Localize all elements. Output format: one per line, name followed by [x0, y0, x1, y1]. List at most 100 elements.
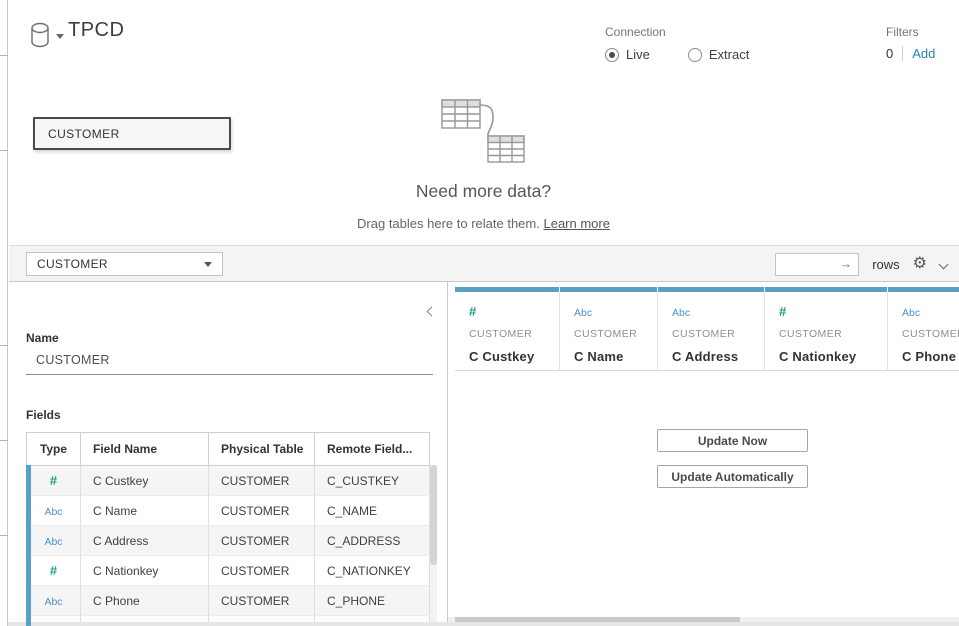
ruler-tick — [0, 440, 8, 441]
table-details-toolbar: CUSTOMER → rows ⚙ — [9, 245, 959, 282]
table-selector-dropdown[interactable]: CUSTOMER — [26, 252, 223, 276]
empty-state-subtitle: Drag tables here to relate them. Learn m… — [8, 216, 959, 231]
database-menu-caret-icon[interactable] — [56, 34, 64, 39]
field-name-cell[interactable]: C Nationkey — [81, 556, 209, 586]
table-row[interactable]: Abc C Phone CUSTOMER C_PHONE — [27, 586, 430, 616]
physical-table-cell[interactable]: CUSTOMER — [209, 466, 315, 496]
fields-table: Type Field Name Physical Table Remote Fi… — [26, 432, 430, 626]
column-type-icon[interactable]: # — [779, 304, 786, 319]
connection-label: Connection — [605, 25, 749, 39]
database-icon[interactable] — [30, 22, 52, 49]
name-label: Name — [26, 331, 59, 345]
rows-label: rows — [872, 257, 899, 272]
remote-field-cell[interactable]: C_NATIONKEY — [315, 556, 430, 586]
column-field-name[interactable]: C Address — [672, 349, 764, 364]
field-type-icon[interactable]: Abc — [44, 536, 62, 548]
chevron-down-icon[interactable] — [939, 259, 949, 269]
left-pane-edge[interactable] — [0, 0, 8, 626]
field-name-cell[interactable]: C Phone — [81, 586, 209, 616]
divider — [902, 46, 903, 61]
data-grid-column-header[interactable]: Abc CUSTOMER C Name — [560, 287, 658, 371]
field-name-cell[interactable]: C Custkey — [81, 466, 209, 496]
column-type-icon[interactable]: Abc — [574, 307, 592, 319]
column-field-name[interactable]: C Phone — [902, 349, 959, 364]
drag-hint-text: Drag tables here to relate them. — [357, 216, 540, 231]
filters-section: Filters 0 Add — [886, 25, 935, 61]
caret-down-icon — [204, 262, 212, 267]
filters-label: Filters — [886, 25, 935, 39]
remote-field-cell[interactable]: C_PHONE — [315, 586, 430, 616]
table-selector-value: CUSTOMER — [37, 257, 108, 271]
column-table-name: CUSTOMER — [672, 328, 764, 340]
data-grid-column-header[interactable]: # CUSTOMER C Nationkey — [765, 287, 888, 371]
column-type-icon[interactable]: Abc — [672, 307, 690, 319]
physical-table-cell[interactable]: CUSTOMER — [209, 556, 315, 586]
column-table-name: CUSTOMER — [574, 328, 657, 340]
row-selection-bar — [26, 465, 31, 626]
gear-icon[interactable]: ⚙ — [913, 256, 927, 272]
table-row[interactable]: # C Custkey CUSTOMER C_CUSTKEY — [27, 466, 430, 496]
column-field-name[interactable]: C Name — [574, 349, 657, 364]
radio-extract[interactable]: Extract — [688, 47, 749, 62]
empty-state-title: Need more data? — [8, 181, 959, 202]
customer-table-chip[interactable]: CUSTOMER — [33, 117, 231, 150]
column-table-name: CUSTOMER — [469, 328, 559, 340]
data-grid-column-header[interactable]: Abc CUSTOMER C Phone — [888, 287, 959, 371]
ruler-tick — [0, 535, 8, 536]
learn-more-link[interactable]: Learn more — [543, 216, 609, 231]
field-name-cell[interactable]: C Name — [81, 496, 209, 526]
data-source-page: TPCD Connection Live Extract Filters 0 A… — [0, 0, 959, 626]
update-now-button[interactable]: Update Now — [657, 429, 808, 452]
row-limit-input-wrap: → — [775, 253, 859, 276]
column-type-icon[interactable]: # — [469, 304, 476, 319]
table-row[interactable]: Abc C Name CUSTOMER C_NAME — [27, 496, 430, 526]
column-field-name[interactable]: C Custkey — [469, 349, 559, 364]
scrollbar-thumb[interactable] — [430, 465, 437, 565]
ruler-tick — [0, 55, 8, 56]
collapse-panel-button[interactable] — [428, 302, 435, 320]
data-grid-header: # CUSTOMER C Custkey Abc CUSTOMER C Name… — [455, 287, 959, 371]
physical-table-cell[interactable]: CUSTOMER — [209, 586, 315, 616]
field-name-cell[interactable]: C Address — [81, 526, 209, 556]
radio-live-icon[interactable] — [605, 48, 619, 62]
fields-label: Fields — [26, 408, 61, 422]
arrow-right-icon[interactable]: → — [839, 256, 852, 271]
remote-field-cell[interactable]: C_ADDRESS — [315, 526, 430, 556]
add-filter-link[interactable]: Add — [912, 46, 935, 61]
data-grid-column-header[interactable]: # CUSTOMER C Custkey — [455, 287, 560, 371]
data-grid-column-header[interactable]: Abc CUSTOMER C Address — [658, 287, 765, 371]
col-header-remote-field[interactable]: Remote Field... — [315, 433, 430, 466]
radio-live[interactable]: Live — [605, 47, 650, 62]
radio-extract-icon[interactable] — [688, 48, 702, 62]
bottom-scroll-track — [0, 622, 959, 626]
column-field-name[interactable]: C Nationkey — [779, 349, 887, 364]
datasource-title[interactable]: TPCD — [68, 19, 124, 42]
physical-table-cell[interactable]: CUSTOMER — [209, 496, 315, 526]
grid-horizontal-scrollbar[interactable] — [448, 617, 959, 622]
table-row[interactable]: Abc C Address CUSTOMER C_ADDRESS — [27, 526, 430, 556]
fields-table-header-row: Type Field Name Physical Table Remote Fi… — [27, 433, 430, 466]
fields-vertical-scrollbar[interactable] — [430, 465, 437, 626]
field-type-icon[interactable]: Abc — [44, 506, 62, 518]
remote-field-cell[interactable]: C_CUSTKEY — [315, 466, 430, 496]
field-type-icon[interactable]: # — [50, 473, 57, 488]
physical-table-cell[interactable]: CUSTOMER — [209, 526, 315, 556]
ruler-tick — [0, 150, 8, 151]
fields-table-body: # C Custkey CUSTOMER C_CUSTKEY Abc C Nam… — [27, 466, 430, 626]
col-header-physical-table[interactable]: Physical Table — [209, 433, 315, 466]
remote-field-cell[interactable]: C_NAME — [315, 496, 430, 526]
name-input[interactable]: CUSTOMER — [26, 349, 433, 375]
column-table-name: CUSTOMER — [779, 328, 887, 340]
filters-count: 0 — [886, 46, 893, 61]
update-automatically-button[interactable]: Update Automatically — [657, 465, 808, 488]
col-header-field-name[interactable]: Field Name — [81, 433, 209, 466]
col-header-type[interactable]: Type — [27, 433, 81, 466]
field-type-icon[interactable]: Abc — [44, 596, 62, 608]
scrollbar-thumb[interactable] — [455, 617, 740, 622]
table-row[interactable]: # C Nationkey CUSTOMER C_NATIONKEY — [27, 556, 430, 586]
field-type-icon[interactable]: # — [50, 563, 57, 578]
ruler-tick — [0, 345, 8, 346]
column-type-icon[interactable]: Abc — [902, 307, 920, 319]
column-table-name: CUSTOMER — [902, 328, 959, 340]
panel-divider[interactable] — [447, 282, 448, 626]
